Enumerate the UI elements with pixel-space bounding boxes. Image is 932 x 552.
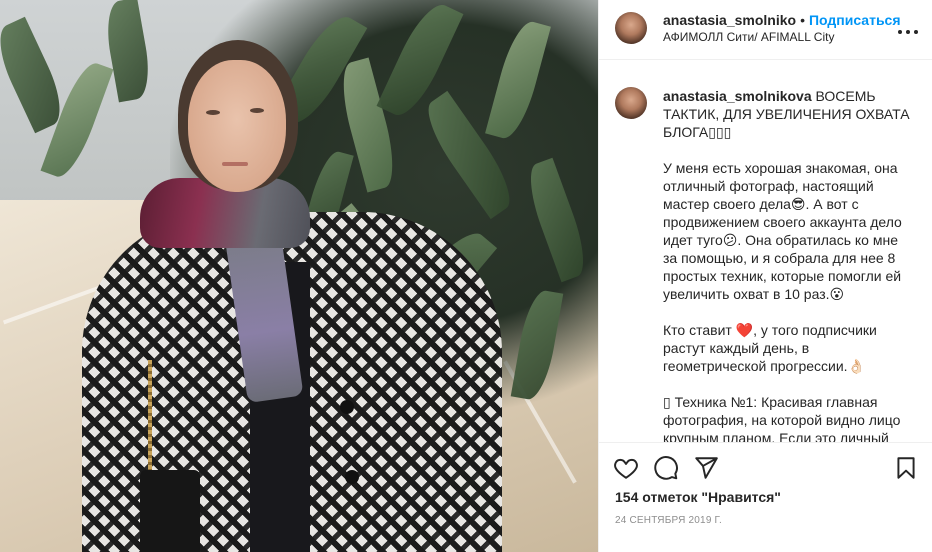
photo-bag-chain [148, 360, 152, 475]
photo-eye [206, 110, 220, 115]
header-separator: • [800, 12, 805, 28]
photo-coat-button [345, 470, 359, 484]
caption-title: anastasia_smolnikova ВОСЕМЬ ТАКТИК, ДЛЯ … [663, 87, 911, 141]
post-photo[interactable] [0, 0, 598, 552]
caption-body: anastasia_smolnikova ВОСЕМЬ ТАКТИК, ДЛЯ … [663, 87, 911, 442]
photo-mouth [222, 162, 248, 166]
post-actions: 154 отметок "Нравится" 24 СЕНТЯБРЯ 2019 … [599, 442, 932, 552]
post-location[interactable]: АФИМОЛЛ Сити/ AFIMALL City [663, 30, 834, 44]
comment-icon[interactable] [653, 455, 679, 481]
caption-scroll-area[interactable]: anastasia_smolnikova ВОСЕМЬ ТАКТИК, ДЛЯ … [599, 70, 932, 442]
photo-eye [250, 108, 264, 113]
photo-face [188, 60, 286, 192]
post-side-panel: anastasia_smolniko • Подписаться АФИМОЛЛ С… [598, 0, 932, 552]
photo-bag [140, 470, 200, 552]
caption-username[interactable]: anastasia_smolnikova [663, 88, 812, 104]
follow-button[interactable]: Подписаться [809, 12, 901, 28]
post-header: anastasia_smolniko • Подписаться АФИМОЛЛ С… [599, 0, 932, 60]
caption-paragraph: Кто ставит ❤️, у того подписчики растут … [663, 322, 877, 374]
heart-icon[interactable] [613, 455, 639, 481]
bookmark-icon[interactable] [893, 455, 919, 481]
post-date[interactable]: 24 СЕНТЯБРЯ 2019 Г. [615, 515, 722, 526]
caption-paragraph: ▯ Техника №1: Красивая главная фотографи… [663, 394, 901, 442]
author-avatar[interactable] [615, 12, 647, 44]
photo-leaf [101, 0, 155, 103]
header-username[interactable]: anastasia_smolniko [663, 12, 796, 28]
caption-author-avatar[interactable] [615, 87, 647, 119]
likes-count[interactable]: 154 отметок "Нравится" [615, 489, 781, 505]
share-icon[interactable] [693, 455, 719, 481]
header-title-row: anastasia_smolniko • Подписаться [663, 12, 901, 30]
caption-paragraph: У меня есть хорошая знакомая, она отличн… [663, 160, 902, 302]
photo-coat-button [340, 400, 354, 414]
more-horizontal-icon[interactable] [897, 20, 919, 41]
